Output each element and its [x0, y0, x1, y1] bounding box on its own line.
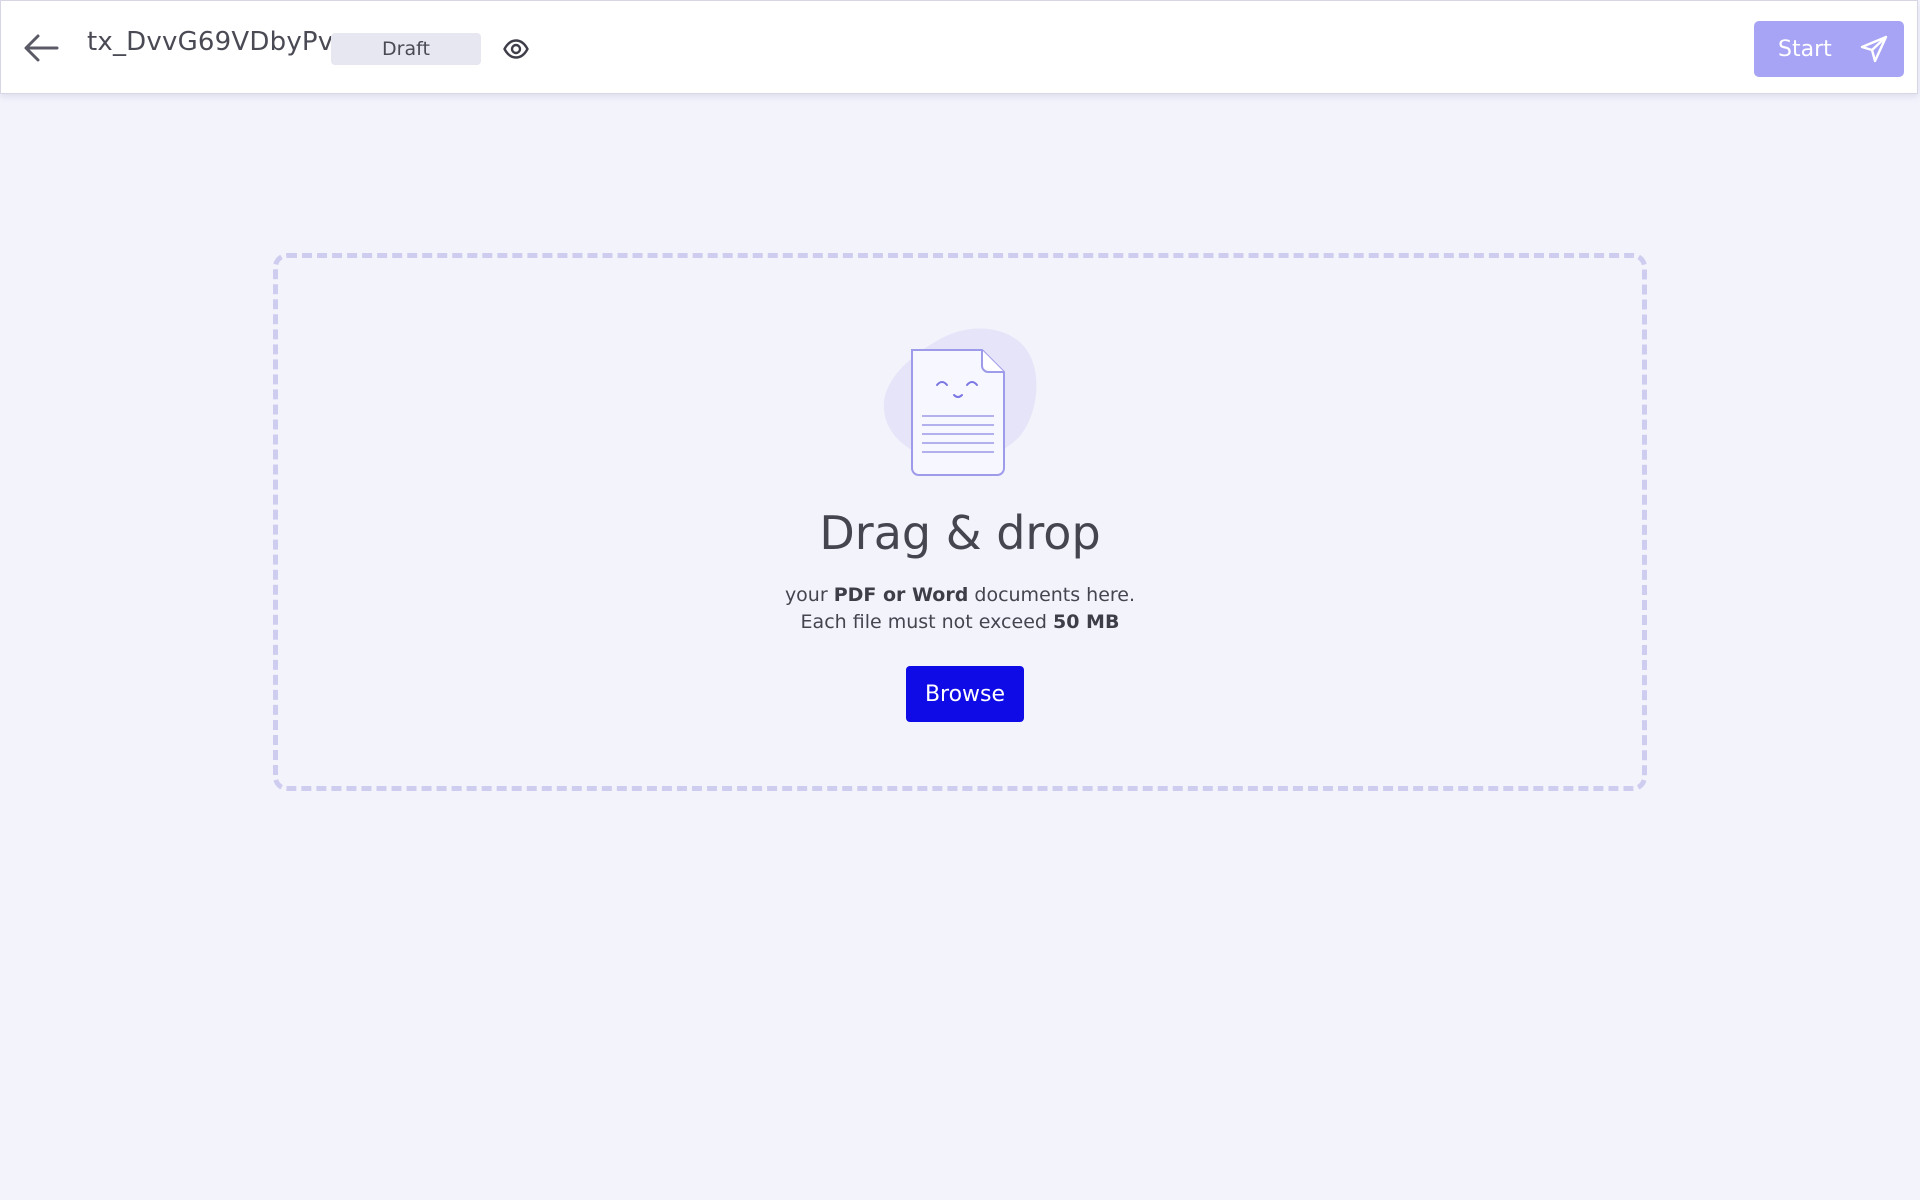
- start-button[interactable]: Start: [1754, 21, 1904, 77]
- transaction-title: tx_DvvG69VDbyPv: [87, 27, 334, 57]
- status-badge: Draft: [331, 33, 481, 65]
- paper-plane-icon: [1860, 35, 1887, 63]
- top-bar: tx_DvvG69VDbyPv Draft Start: [0, 0, 1918, 94]
- dropzone-heading: Drag & drop: [819, 506, 1101, 560]
- dropzone-size-limit-text: Each file must not exceed 50 MB: [800, 611, 1120, 633]
- back-button[interactable]: [19, 28, 63, 68]
- preview-button[interactable]: [501, 34, 531, 64]
- dropzone-file-types-text: your PDF or Word documents here.: [784, 584, 1136, 606]
- document-smiley-icon: [883, 328, 1037, 476]
- eye-icon: [503, 39, 529, 59]
- arrow-left-icon: [24, 34, 59, 62]
- start-button-label: Start: [1778, 36, 1832, 62]
- browse-button[interactable]: Browse: [906, 666, 1024, 722]
